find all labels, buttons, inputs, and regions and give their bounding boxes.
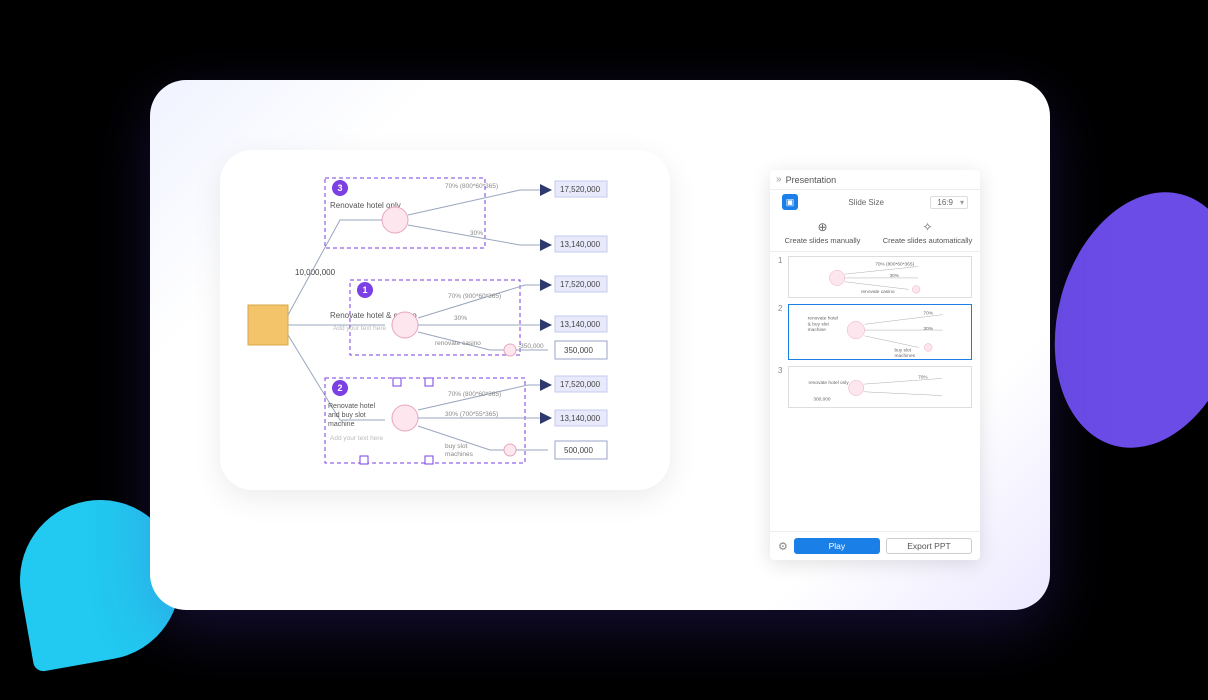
branch-2-label: Renovate hotel and buy slot machine	[328, 403, 377, 428]
sub-label-slots: buy slot machines	[445, 443, 474, 458]
chance-node-3[interactable]	[382, 207, 408, 233]
slides-list: 1 70% (800*60*365) 30% renovate casino	[770, 252, 980, 531]
svg-text:70%: 70%	[923, 311, 933, 317]
decorative-blob-purple	[1027, 171, 1208, 469]
svg-text:30%: 30%	[923, 326, 933, 332]
svg-text:renovate hotel only: renovate hotel only	[809, 380, 850, 386]
slide-size-label: Slide Size	[848, 198, 884, 207]
svg-text:350,000: 350,000	[564, 346, 593, 355]
slide-size-select[interactable]: 16:9	[930, 196, 968, 209]
chance-node-2[interactable]	[392, 405, 418, 431]
svg-text:30%: 30%	[890, 273, 900, 279]
root-value: 10,000,000	[295, 268, 336, 277]
svg-text:17,520,000: 17,520,000	[560, 185, 601, 194]
svg-text:70% (900*60*365): 70% (900*60*365)	[448, 293, 501, 300]
svg-text:buy slot machine: buy slot machines	[894, 347, 915, 359]
collapse-icon[interactable]: »	[776, 174, 782, 185]
svg-text:Add your text here: Add your text here	[330, 435, 383, 442]
presentation-mode-icon[interactable]: ▣	[782, 194, 798, 210]
svg-text:-350,000: -350,000	[518, 343, 544, 350]
terminal-icon	[540, 239, 552, 251]
svg-text:13,140,000: 13,140,000	[560, 320, 601, 329]
root-node[interactable]	[248, 305, 288, 345]
svg-text:3: 3	[337, 183, 342, 193]
svg-text:renovate casino: renovate casino	[861, 289, 895, 295]
svg-text:13,140,000: 13,140,000	[560, 414, 601, 423]
slide-thumbnail[interactable]: 3 renovate hotel only 70% 300,000	[778, 366, 972, 408]
svg-text:30%: 30%	[470, 230, 483, 237]
export-ppt-button[interactable]: Export PPT	[886, 538, 972, 554]
resize-handle[interactable]	[360, 456, 368, 464]
svg-text:Add your text here: Add your text here	[333, 325, 386, 332]
presentation-panel: » Presentation ▣ Slide Size 16:9 ⊕ Creat…	[770, 170, 980, 560]
gear-icon[interactable]: ⚙	[778, 540, 788, 553]
create-slides-manually-button[interactable]: ⊕ Create slides manually	[770, 214, 875, 251]
svg-text:17,520,000: 17,520,000	[560, 380, 601, 389]
plus-circle-icon: ⊕	[772, 220, 873, 234]
magic-wand-icon: ✧	[877, 220, 978, 234]
svg-text:renovate hotel &: renovate hotel & buy slot machine	[808, 315, 840, 333]
svg-text:1: 1	[362, 285, 367, 295]
svg-text:70% (800*60*365): 70% (800*60*365)	[445, 183, 498, 190]
play-button[interactable]: Play	[794, 538, 880, 554]
svg-text:2: 2	[337, 383, 342, 393]
svg-text:500,000: 500,000	[564, 446, 593, 455]
resize-handle[interactable]	[425, 378, 433, 386]
terminal-icon	[540, 184, 552, 196]
resize-handle[interactable]	[393, 378, 401, 386]
svg-text:70% (800*60*365): 70% (800*60*365)	[448, 391, 501, 398]
svg-text:70% (800*60*365): 70% (800*60*365)	[875, 262, 914, 268]
chance-node-1[interactable]	[392, 312, 418, 338]
slide-thumbnail[interactable]: 1 70% (800*60*365) 30% renovate casino	[778, 256, 972, 298]
svg-text:30% (700*55*365): 30% (700*55*365)	[445, 411, 498, 418]
create-slides-automatically-button[interactable]: ✧ Create slides automatically	[875, 214, 980, 251]
slide-thumbnail[interactable]: 2 renovate hotel & buy slot machine 70%	[778, 304, 972, 360]
sub-label-casino: renovate casino	[435, 340, 481, 347]
decision-tree-diagram[interactable]: 10,000,000 3 Renovate hotel only 70% (80…	[220, 150, 670, 490]
svg-text:70%: 70%	[918, 374, 928, 380]
svg-text:13,140,000: 13,140,000	[560, 240, 601, 249]
main-canvas: 10,000,000 3 Renovate hotel only 70% (80…	[150, 80, 1050, 610]
panel-title: Presentation	[786, 175, 837, 185]
svg-text:300,000: 300,000	[813, 396, 831, 402]
svg-text:30%: 30%	[454, 315, 467, 322]
resize-handle[interactable]	[425, 456, 433, 464]
svg-text:17,520,000: 17,520,000	[560, 280, 601, 289]
